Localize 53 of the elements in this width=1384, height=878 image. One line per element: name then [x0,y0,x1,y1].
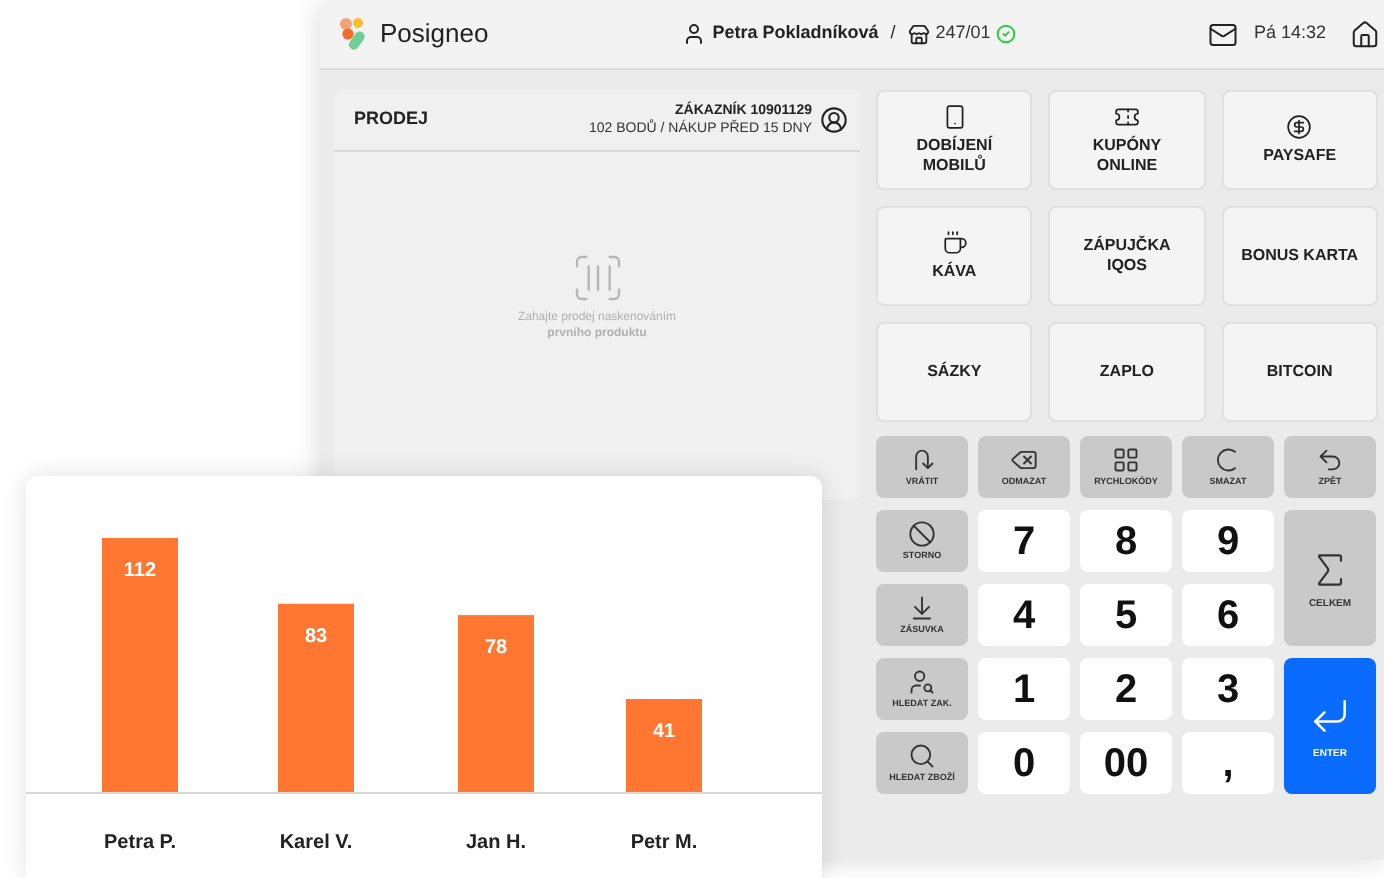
backspace-icon [1010,446,1038,475]
customer-icon[interactable] [820,106,848,134]
quick-button[interactable]: DOBÍJENÍ MOBILŮ [876,90,1033,190]
smartphone-icon [941,104,968,130]
category-label: Petra P. [104,832,176,854]
undo-icon [1316,446,1344,475]
drawer-icon [908,594,936,623]
category-label: Jan H. [466,832,526,854]
panel-title: PRODEJ [354,106,429,133]
quick-button[interactable]: ZAPLO [1048,322,1206,422]
coffee-cup-icon [941,230,968,256]
quick-button[interactable]: KUPÓNY ONLINE [1048,90,1206,190]
user-icon [682,22,707,46]
quick-button[interactable]: SÁZKY [876,322,1033,422]
quick-button[interactable]: BITCOIN [1221,322,1378,422]
digit-key[interactable]: 7 [978,510,1070,572]
search-icon [908,742,936,771]
digit-key[interactable]: 8 [1080,510,1172,572]
digit-key[interactable]: 2 [1080,658,1172,720]
bar-value: 78 [484,637,508,660]
digit-key[interactable]: 3 [1182,658,1274,720]
bar-value: 112 [123,560,157,582]
register-number: 247/01 [935,20,991,47]
digit-key[interactable]: 4 [978,584,1070,646]
cashier-name: Petra Pokladníková [712,20,879,47]
digit-key[interactable]: 9 [1182,510,1274,572]
quick-button[interactable]: ZÁPUJČKA IQOS [1048,206,1206,306]
bar-value: 41 [652,721,676,743]
category-label: Karel V. [279,832,353,854]
category-label: Petr M. [630,832,698,854]
bar [626,699,702,792]
separator: / [890,20,896,47]
digit-key[interactable]: , [1182,732,1274,794]
cancel-icon [908,520,936,549]
digit-key[interactable]: 00 [1080,732,1172,794]
bar-value: 83 [304,625,328,648]
mail-icon[interactable] [1207,19,1238,49]
app-name: Posigneo [380,16,489,53]
arc-icon [1214,446,1242,475]
grid-icon [1112,446,1140,475]
user-search-icon [908,668,936,697]
home-icon[interactable] [1350,19,1380,49]
digit-key[interactable]: 5 [1080,584,1172,646]
digit-key[interactable]: 1 [978,658,1070,720]
digit-key[interactable]: 6 [1182,584,1274,646]
quick-button[interactable]: PAYSAFE [1221,90,1378,190]
dollar-coin-icon [1286,114,1313,140]
digit-key[interactable]: 0 [978,732,1070,794]
quick-button[interactable]: BONUS KARTA [1221,206,1378,306]
store-icon [907,23,930,45]
quick-button[interactable]: KÁVA [876,206,1033,306]
ticket-icon [1113,104,1140,130]
clock: Pá 14:32 [1253,20,1326,47]
